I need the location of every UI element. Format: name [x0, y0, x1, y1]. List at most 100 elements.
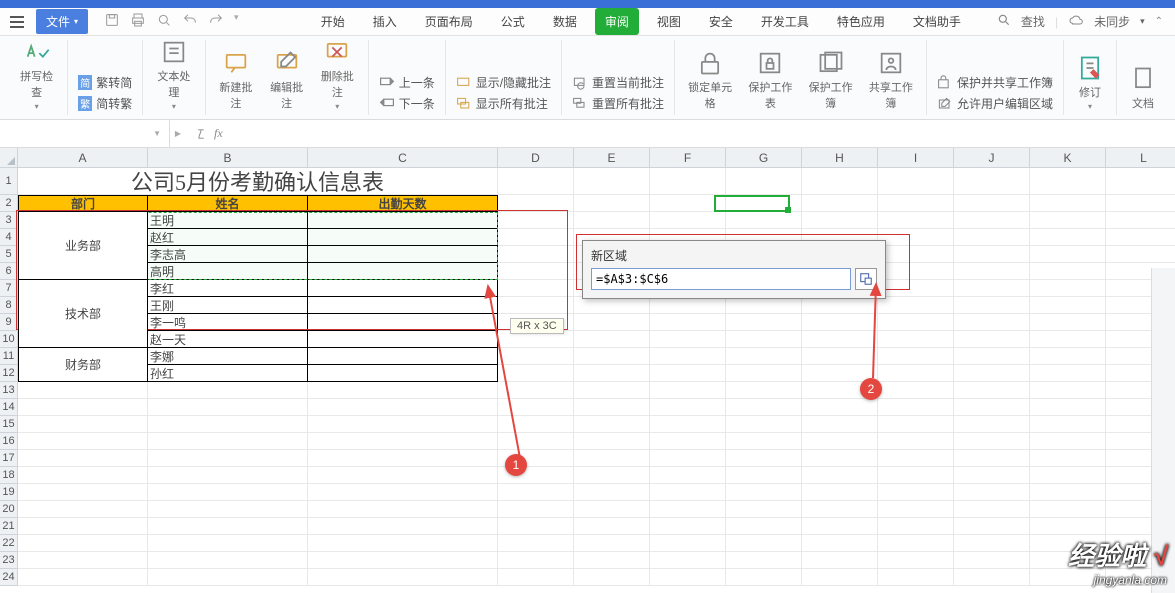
cell[interactable]: 高明: [148, 263, 308, 280]
cell[interactable]: [954, 168, 1030, 195]
range-selector-button[interactable]: [855, 268, 877, 290]
cell[interactable]: [954, 484, 1030, 501]
tab-dev-tools[interactable]: 开发工具: [751, 8, 819, 35]
cell[interactable]: [18, 535, 148, 552]
cell[interactable]: [1030, 382, 1106, 399]
row-header[interactable]: 14: [0, 399, 18, 416]
cell[interactable]: [498, 195, 574, 212]
cell[interactable]: [878, 535, 954, 552]
cell[interactable]: [726, 365, 802, 382]
cell[interactable]: [1030, 195, 1106, 212]
cell[interactable]: [308, 348, 498, 365]
cell[interactable]: [878, 433, 954, 450]
row-header[interactable]: 11: [0, 348, 18, 365]
cell[interactable]: [878, 569, 954, 586]
col-header[interactable]: F: [650, 148, 726, 168]
cell[interactable]: [308, 433, 498, 450]
cell[interactable]: [954, 297, 1030, 314]
cell[interactable]: [308, 246, 498, 263]
cell[interactable]: [954, 467, 1030, 484]
cell[interactable]: [18, 382, 148, 399]
undo-icon[interactable]: [182, 12, 198, 31]
cell[interactable]: [878, 297, 954, 314]
cell[interactable]: [308, 518, 498, 535]
tab-insert[interactable]: 插入: [363, 8, 407, 35]
col-header[interactable]: D: [498, 148, 574, 168]
cell[interactable]: [148, 382, 308, 399]
cell[interactable]: [574, 450, 650, 467]
save-icon[interactable]: [104, 12, 120, 31]
cell[interactable]: [1030, 229, 1106, 246]
cell[interactable]: [726, 535, 802, 552]
cell[interactable]: 部门: [18, 195, 148, 212]
cell[interactable]: [1030, 365, 1106, 382]
sync-label[interactable]: 未同步: [1094, 13, 1130, 30]
row-header[interactable]: 16: [0, 433, 18, 450]
redo-icon[interactable]: [208, 12, 224, 31]
tab-review[interactable]: 审阅: [595, 8, 639, 35]
cell[interactable]: [650, 314, 726, 331]
lock-cell-button[interactable]: 锁定单元格: [683, 47, 737, 113]
cell[interactable]: [1030, 331, 1106, 348]
search-label[interactable]: 查找: [1021, 13, 1045, 30]
cell[interactable]: [498, 433, 574, 450]
cell[interactable]: 李红: [148, 280, 308, 297]
hamburger-icon[interactable]: [4, 12, 30, 32]
col-header[interactable]: L: [1106, 148, 1175, 168]
cell[interactable]: [954, 365, 1030, 382]
cell[interactable]: [498, 246, 574, 263]
tab-security[interactable]: 安全: [699, 8, 743, 35]
cell[interactable]: [726, 450, 802, 467]
cell[interactable]: [574, 297, 650, 314]
col-header[interactable]: E: [574, 148, 650, 168]
cell[interactable]: [1030, 297, 1106, 314]
cell[interactable]: [498, 348, 574, 365]
cell[interactable]: [650, 382, 726, 399]
cell[interactable]: [308, 552, 498, 569]
cell[interactable]: [954, 314, 1030, 331]
cell[interactable]: [498, 263, 574, 280]
cell[interactable]: [1030, 399, 1106, 416]
cell[interactable]: [308, 399, 498, 416]
col-header[interactable]: H: [802, 148, 878, 168]
cell[interactable]: [308, 501, 498, 518]
cell[interactable]: [802, 535, 878, 552]
reset-current-comment-button[interactable]: 重置当前批注: [570, 73, 666, 92]
cell[interactable]: [308, 484, 498, 501]
cell[interactable]: [498, 518, 574, 535]
prev-comment-button[interactable]: 上一条: [377, 73, 437, 92]
cell[interactable]: [1030, 501, 1106, 518]
cell[interactable]: [954, 569, 1030, 586]
cell[interactable]: [1030, 168, 1106, 195]
cell[interactable]: [18, 569, 148, 586]
cell[interactable]: [802, 195, 878, 212]
cell[interactable]: [18, 450, 148, 467]
cell[interactable]: [148, 450, 308, 467]
cell[interactable]: [650, 433, 726, 450]
new-region-dialog[interactable]: 新区域: [582, 240, 886, 299]
cell[interactable]: [878, 195, 954, 212]
cell[interactable]: [726, 501, 802, 518]
protect-sheet-button[interactable]: 保护工作表: [743, 47, 797, 113]
cell[interactable]: [802, 212, 878, 229]
cell[interactable]: [878, 212, 954, 229]
protect-share-workbook-button[interactable]: 保护并共享工作簿: [935, 73, 1055, 92]
cell[interactable]: [1030, 416, 1106, 433]
cell[interactable]: [498, 484, 574, 501]
cell[interactable]: [726, 331, 802, 348]
cell[interactable]: [726, 569, 802, 586]
cell[interactable]: [308, 450, 498, 467]
cell[interactable]: [498, 382, 574, 399]
tab-doc-assistant[interactable]: 文档助手: [903, 8, 971, 35]
text-process-button[interactable]: 文本处理▾: [151, 36, 196, 113]
delete-comment-button[interactable]: 删除批注▾: [315, 36, 360, 113]
cell[interactable]: [650, 467, 726, 484]
cell[interactable]: [954, 246, 1030, 263]
cell[interactable]: [802, 484, 878, 501]
cloud-icon[interactable]: [1068, 13, 1084, 30]
cell[interactable]: [650, 501, 726, 518]
cell[interactable]: [1030, 518, 1106, 535]
allow-edit-ranges-button[interactable]: 允许用户编辑区域: [935, 94, 1055, 113]
print-preview-icon[interactable]: [156, 12, 172, 31]
tab-home[interactable]: 开始: [311, 8, 355, 35]
